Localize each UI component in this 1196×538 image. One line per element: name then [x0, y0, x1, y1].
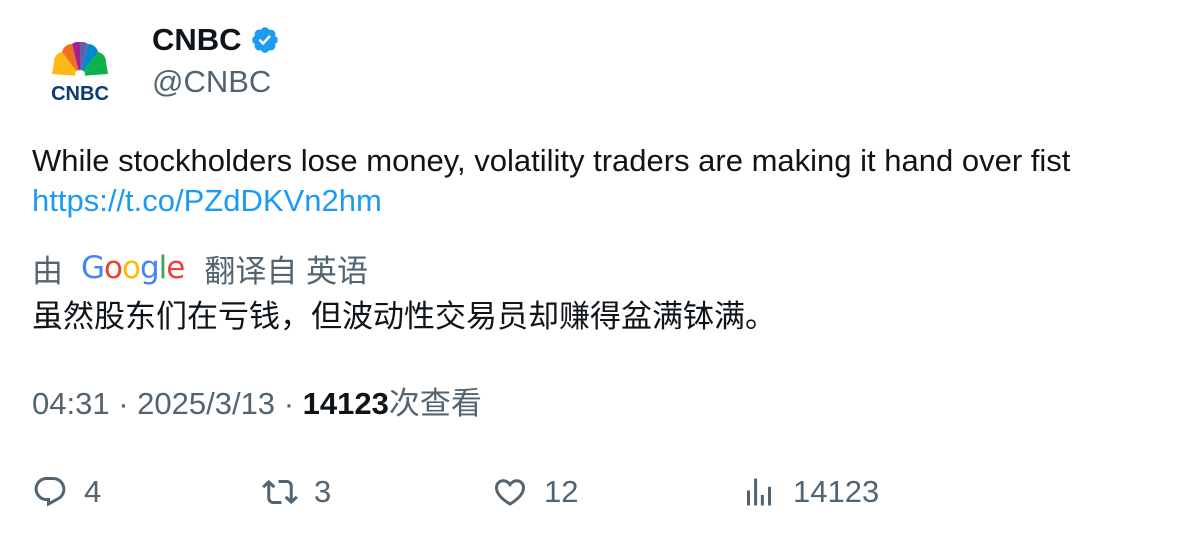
author-display-name[interactable]: CNBC	[152, 20, 242, 60]
translation-prefix: 由	[32, 253, 63, 289]
meta-separator: ·	[118, 386, 138, 421]
meta-separator: ·	[283, 386, 303, 421]
heart-icon	[494, 479, 526, 506]
views-count: 14123	[302, 386, 389, 421]
tweet-link[interactable]: https://t.co/PZdDKVn2hm	[32, 183, 382, 218]
author-name-row[interactable]: CNBC	[152, 20, 280, 60]
avatar-wordmark: CNBC	[51, 83, 109, 105]
views-action-count: 14123	[793, 474, 880, 509]
tweet-meta: 04:31 · 2025/3/13 · 14123次查看	[32, 382, 482, 426]
cnbc-logo: CNBC	[51, 41, 109, 105]
tweet-date[interactable]: 2025/3/13	[137, 386, 275, 421]
author-handle[interactable]: @CNBC	[152, 62, 271, 102]
tweet-text: While stockholders lose money, volatilit…	[32, 141, 1172, 221]
translated-text: 虽然股东们在亏钱，但波动性交易员却赚得盆满钵满。	[32, 299, 776, 334]
translation-suffix[interactable]: 翻译自 英语	[204, 246, 368, 291]
views-label: 次查看	[388, 386, 482, 421]
google-logo: Google	[81, 250, 185, 286]
retweet-button[interactable]: 3	[262, 470, 331, 514]
verified-badge-icon	[250, 25, 280, 55]
views-button[interactable]: 14123	[741, 470, 879, 514]
translation-attribution: 由 Google 翻译自 英语	[32, 246, 368, 290]
retweet-icon	[262, 479, 298, 505]
reply-count: 4	[84, 474, 102, 509]
reply-icon	[34, 477, 66, 507]
retweet-count: 3	[314, 474, 332, 509]
like-button[interactable]: 12	[492, 470, 578, 514]
reply-button[interactable]: 4	[32, 470, 101, 514]
tweet-body: While stockholders lose money, volatilit…	[32, 143, 1071, 178]
tweet-time[interactable]: 04:31	[32, 386, 110, 421]
like-count: 12	[544, 474, 579, 509]
avatar[interactable]: CNBC	[32, 30, 128, 110]
analytics-icon	[747, 478, 771, 506]
